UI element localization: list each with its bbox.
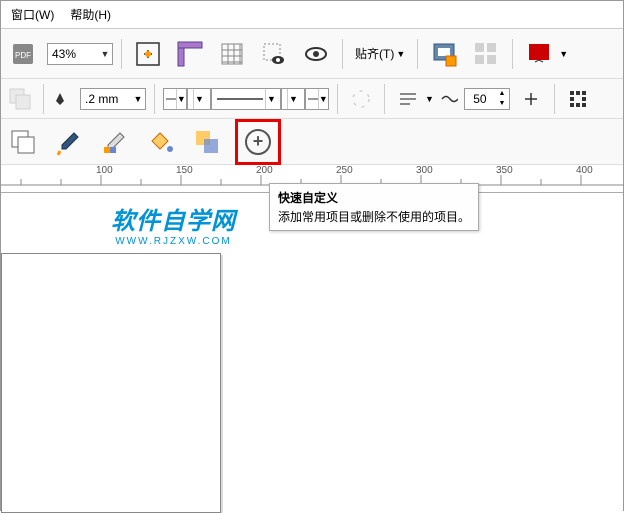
separator [154, 84, 155, 114]
dropdown-icon[interactable]: ▼ [318, 89, 328, 109]
quick-customize-button[interactable]: + [240, 124, 276, 160]
guidelines-eye-icon[interactable] [256, 36, 292, 72]
spinner-up-icon[interactable]: ▲ [495, 89, 509, 99]
watermark-url: WWW.RJZXW.COM [111, 236, 236, 247]
plus-circle-icon: + [245, 129, 271, 155]
separator [342, 39, 343, 69]
preview-eye-icon[interactable] [298, 36, 334, 72]
toolbar-custom: + [1, 119, 623, 165]
dropdown-icon[interactable]: ▼ [287, 89, 299, 109]
dropdown-icon[interactable]: ▼ [559, 49, 568, 59]
guides-origin-icon[interactable] [563, 84, 593, 114]
copy-properties-icon[interactable] [5, 124, 41, 160]
fill-bucket-icon[interactable] [143, 124, 179, 160]
dropdown-icon[interactable]: ▼ [176, 89, 186, 109]
toolbar-outline: ▼ ▼ ▼ ▼ ▼ ▼ ▼ ▲ ▼ [1, 79, 623, 119]
dropdown-icon[interactable]: ▼ [131, 94, 145, 104]
svg-text:PDF: PDF [15, 51, 31, 60]
toolbar-main: PDF ▼ 贴齐(T) ▼ ▼ [1, 29, 623, 79]
tooltip-description: 添加常用项目或删除不使用的项目。 [278, 208, 470, 225]
quick-customize-highlighted: + [235, 119, 281, 165]
full-screen-icon[interactable] [130, 36, 166, 72]
snap-label: 贴齐(T) [355, 45, 394, 62]
snap-to-menu[interactable]: 贴齐(T) ▼ [351, 45, 409, 62]
separator [554, 84, 555, 114]
grid-icon[interactable] [214, 36, 250, 72]
menu-window[interactable]: 窗口(W) [3, 2, 62, 27]
start-arrowhead[interactable]: ▼ [163, 88, 187, 110]
options-icon[interactable] [426, 36, 462, 72]
dropdown-icon[interactable]: ▼ [265, 89, 277, 109]
container-icon [5, 84, 35, 114]
menubar: 窗口(W) 帮助(H) [1, 1, 623, 29]
page-boundary [1, 253, 221, 513]
canvas-workspace[interactable]: 软件自学网 WWW.RJZXW.COM [1, 193, 623, 513]
zoom-level-input[interactable]: ▼ [47, 43, 113, 65]
eyedropper-fill-icon[interactable] [51, 124, 87, 160]
tooltip-title: 快速自定义 [278, 189, 470, 206]
dropdown-icon[interactable]: ▼ [425, 94, 434, 104]
wrap-text-icon[interactable] [393, 84, 423, 114]
eyedropper-icon[interactable] [97, 124, 133, 160]
app-launcher-icon [468, 36, 504, 72]
separator [417, 39, 418, 69]
zoom-dropdown-icon[interactable]: ▼ [98, 49, 112, 59]
watermark-title: 软件自学网 [111, 201, 236, 236]
spinner-down-icon[interactable]: ▼ [495, 99, 509, 109]
menu-help[interactable]: 帮助(H) [62, 2, 119, 27]
plus-icon[interactable] [516, 84, 546, 114]
separator [43, 84, 44, 114]
end-arrowhead[interactable]: ▼ [281, 88, 305, 110]
outline-width-input[interactable]: ▼ [80, 88, 146, 110]
dropdown-icon: ▼ [396, 49, 405, 59]
transparency-icon[interactable] [189, 124, 225, 160]
watermark: 软件自学网 WWW.RJZXW.COM [111, 201, 236, 247]
wave-icon [440, 92, 458, 106]
dropdown-icon[interactable]: ▼ [193, 89, 205, 109]
separator [337, 84, 338, 114]
rulers-icon[interactable] [172, 36, 208, 72]
spinner-value[interactable] [465, 92, 495, 106]
publish-pdf-icon[interactable]: PDF [5, 36, 41, 72]
line-style-dropdown[interactable]: ▼ [211, 88, 281, 110]
line-style-selector: ▼ ▼ ▼ ▼ ▼ [163, 88, 329, 110]
separator [121, 39, 122, 69]
pen-nib-icon [52, 91, 68, 107]
close-curve-icon [346, 84, 376, 114]
end-cap-dropdown[interactable]: ▼ [305, 88, 329, 110]
presentation-icon[interactable] [521, 36, 557, 72]
separator [512, 39, 513, 69]
tooltip: 快速自定义 添加常用项目或删除不使用的项目。 [269, 183, 479, 231]
line-dash-dropdown[interactable]: ▼ [187, 88, 211, 110]
zoom-value[interactable] [48, 47, 98, 61]
outline-width-value[interactable] [81, 92, 131, 106]
amplitude-spinner[interactable]: ▲ ▼ [464, 88, 510, 110]
separator [384, 84, 385, 114]
